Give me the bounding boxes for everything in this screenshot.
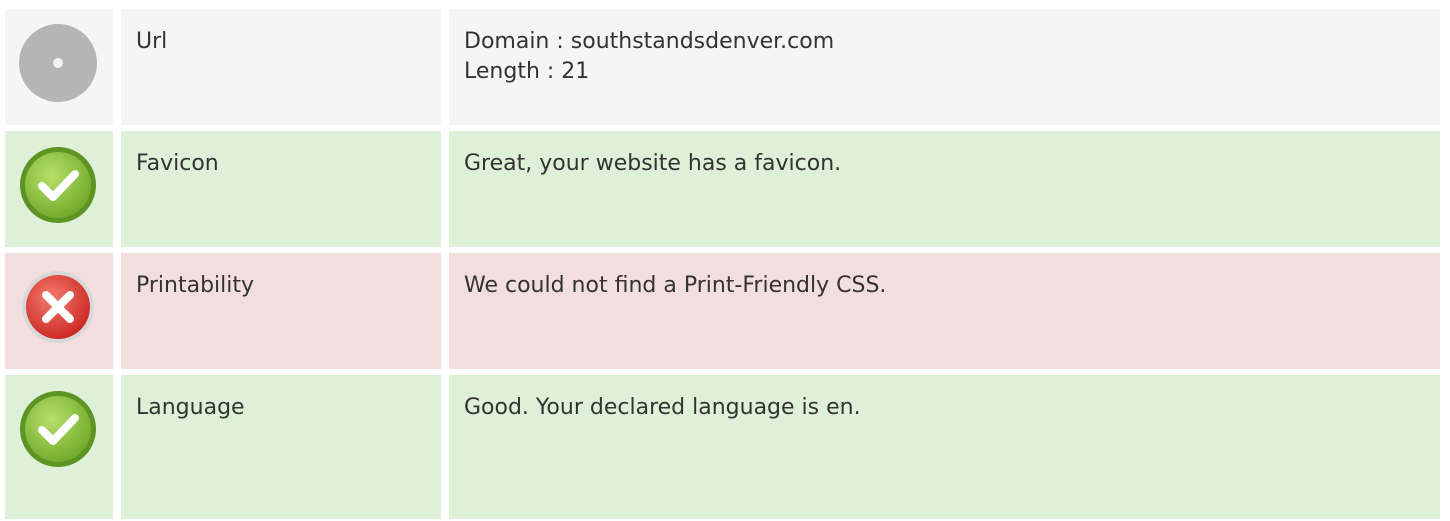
check-row-printability: Printability We could not find a Print-F… <box>5 253 1440 369</box>
neutral-circle-icon <box>19 24 97 102</box>
status-cell <box>5 253 113 369</box>
check-label: Url <box>136 29 168 54</box>
check-name-cell: Language <box>121 375 441 519</box>
check-result-text: Good. Your declared language is en. <box>464 395 861 420</box>
check-value-cell: We could not find a Print-Friendly CSS. <box>449 253 1440 369</box>
check-label: Printability <box>136 273 255 298</box>
check-label: Language <box>136 395 245 420</box>
check-value-cell: Good. Your declared language is en. <box>449 375 1440 519</box>
url-domain-text: Domain : southstandsdenver.com <box>464 29 835 54</box>
status-cell <box>5 9 113 125</box>
check-value-cell: Great, your website has a favicon. <box>449 131 1440 247</box>
cross-icon <box>22 271 94 343</box>
checkmark-icon <box>20 147 96 223</box>
status-cell <box>5 375 113 519</box>
check-name-cell: Printability <box>121 253 441 369</box>
checkmark-icon <box>20 391 96 467</box>
check-result-text: We could not find a Print-Friendly CSS. <box>464 273 887 298</box>
url-length-text: Length : 21 <box>464 59 590 84</box>
check-name-cell: Favicon <box>121 131 441 247</box>
check-row-url: Url Domain : southstandsdenver.com Lengt… <box>5 9 1440 125</box>
check-row-favicon: Favicon Great, your website has a favico… <box>5 131 1440 247</box>
check-label: Favicon <box>136 151 219 176</box>
check-value-cell: Domain : southstandsdenver.com Length : … <box>449 9 1440 125</box>
check-name-cell: Url <box>121 9 441 125</box>
status-cell <box>5 131 113 247</box>
seo-checks-table: Url Domain : southstandsdenver.com Lengt… <box>5 9 1440 519</box>
check-result-text: Great, your website has a favicon. <box>464 151 842 176</box>
check-row-language: Language Good. Your declared language is… <box>5 375 1440 519</box>
